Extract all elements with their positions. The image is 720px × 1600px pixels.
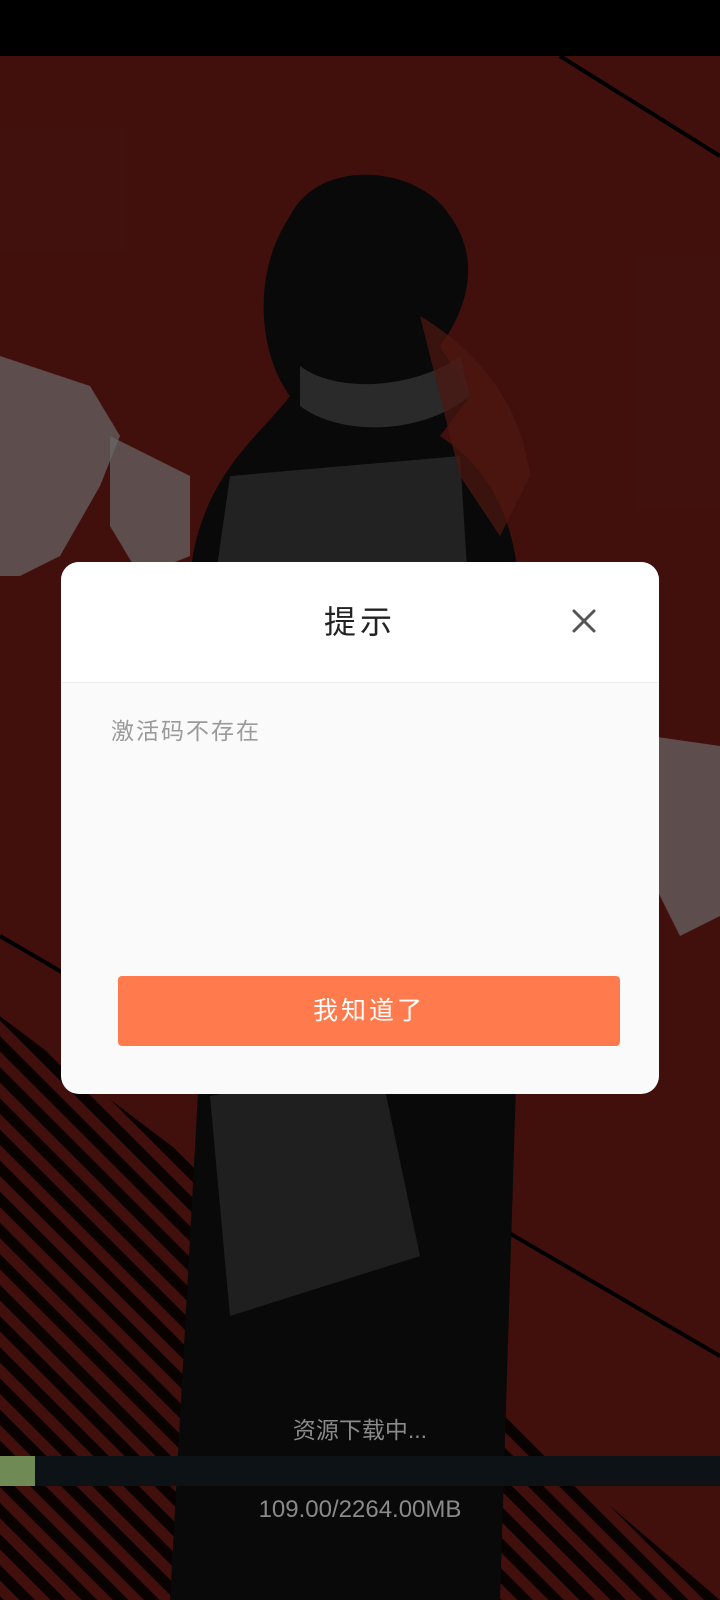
dialog-message: 激活码不存在	[111, 719, 261, 745]
close-icon	[572, 609, 596, 633]
confirm-button[interactable]: 我知道了	[118, 976, 620, 1046]
close-button[interactable]	[567, 604, 601, 638]
download-status-text: 资源下载中...	[292, 1417, 428, 1443]
download-size-text: 109.00/2264.00MB	[258, 1496, 462, 1523]
alert-dialog: 提示 激活码不存在 我知道了	[61, 562, 659, 1094]
dialog-header: 提示	[61, 562, 659, 683]
screen: 提示 激活码不存在 我知道了 资源下载中... 109.00/2264.00MB	[0, 0, 720, 1600]
download-progress-fill	[0, 1456, 35, 1486]
download-progress-bar	[0, 1456, 720, 1486]
